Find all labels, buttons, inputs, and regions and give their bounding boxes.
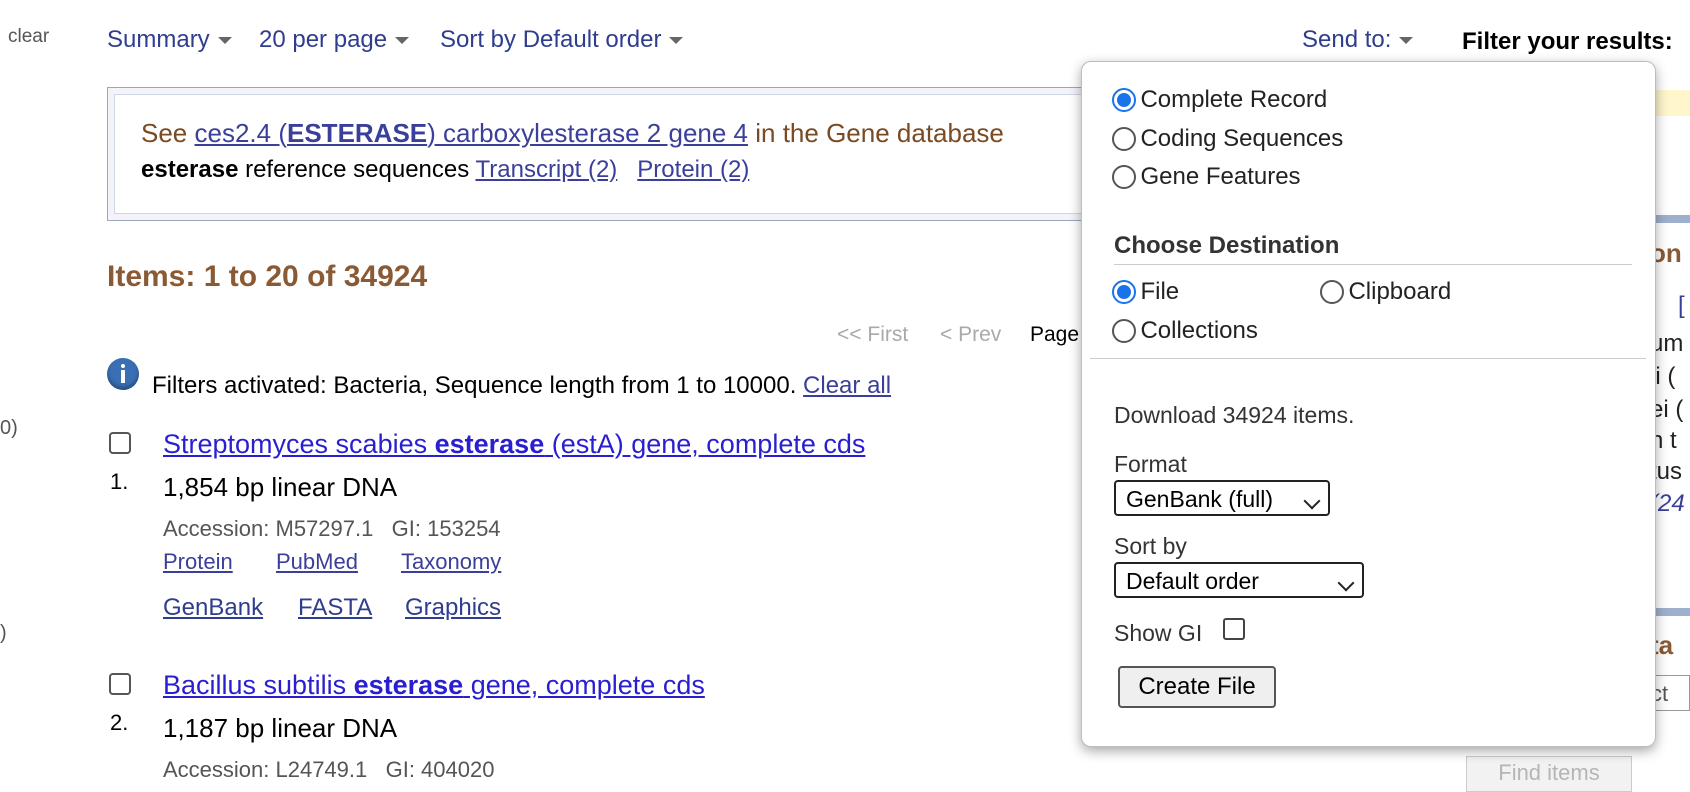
right-bracket: [ [1678, 292, 1685, 319]
show-gi-label: Show GI [1114, 620, 1203, 646]
gene-database-box: See ces2.4 (ESTERASE) carboxylesterase 2… [107, 87, 1107, 221]
chevron-down-icon [395, 37, 410, 45]
first-page-link[interactable]: << First [837, 323, 908, 347]
radio-coding-sequences[interactable]: Coding Sequences [1112, 125, 1343, 153]
sortby-select[interactable]: Default order [1114, 562, 1364, 598]
items-title: Items: 1 to 20 of 34924 [107, 260, 428, 293]
radio-complete-record[interactable]: Complete Record [1112, 86, 1327, 114]
show-gi-row: Show GI [1114, 620, 1202, 647]
sortby-label: Sort by [1114, 533, 1187, 559]
option-label: Clipboard [1348, 278, 1452, 305]
ref-text: reference sequences [245, 156, 470, 183]
chevron-down-icon [1337, 574, 1355, 592]
chevron-down-icon [1399, 37, 1414, 45]
summary-dropdown[interactable]: Summary [107, 26, 232, 54]
result-description: 1,187 bp linear DNA [163, 713, 398, 743]
download-count: Download 34924 items. [1114, 402, 1355, 428]
chevron-down-icon [1303, 492, 1321, 510]
send-to-popup: Complete Record Coding Sequences Gene Fe… [1081, 61, 1656, 747]
result-checkbox[interactable] [109, 432, 131, 454]
sort-dropdown[interactable]: Sort by Default order [440, 26, 684, 54]
option-label: Gene Features [1140, 163, 1301, 190]
radio-file[interactable]: File [1112, 278, 1179, 306]
info-icon [107, 358, 139, 390]
filter-heading: Filter your results: [1462, 28, 1673, 55]
send-to-dropdown[interactable]: Send to: [1302, 26, 1414, 54]
format-label: Format [1114, 451, 1187, 477]
radio-selected-icon [1112, 88, 1136, 112]
result-accession: Accession: M57297.1 GI: 153254 [163, 516, 501, 541]
radio-collections[interactable]: Collections [1112, 317, 1258, 345]
result-title-link[interactable]: Streptomyces scabies esterase (estA) gen… [163, 429, 865, 460]
find-items-button[interactable]: Find items [1466, 756, 1632, 792]
radio-icon [1112, 165, 1136, 189]
gene-line: See ces2.4 (ESTERASE) carboxylesterase 2… [141, 118, 1004, 149]
radio-selected-icon [1112, 280, 1136, 304]
gene-link[interactable]: ces2.4 (ESTERASE) carboxylesterase 2 gen… [195, 118, 749, 148]
chevron-down-icon [669, 37, 684, 45]
genbank-link[interactable]: GenBank [163, 594, 263, 622]
taxonomy-link[interactable]: Taxonomy [401, 549, 501, 575]
pubmed-link[interactable]: PubMed [276, 549, 358, 575]
reference-line: esterase reference sequences Transcript … [141, 156, 749, 184]
filters-text: Filters activated: Bacteria, Sequence le… [152, 372, 797, 399]
graphics-link[interactable]: Graphics [405, 594, 501, 622]
option-label: Complete Record [1140, 86, 1328, 113]
prev-page-link[interactable]: < Prev [940, 323, 1001, 347]
page-label: Page [1030, 323, 1080, 346]
send-to-label: Send to: [1302, 26, 1392, 53]
option-label: Coding Sequences [1140, 125, 1344, 152]
left-fragment: 0) [0, 417, 18, 439]
create-file-button[interactable]: Create File [1118, 666, 1276, 708]
radio-icon [1112, 127, 1136, 151]
format-select[interactable]: GenBank (full) [1114, 480, 1330, 516]
result-number: 2. [110, 710, 129, 735]
transcript-link[interactable]: Transcript (2) [475, 156, 617, 183]
result-description: 1,854 bp linear DNA [163, 472, 398, 502]
per-page-dropdown[interactable]: 20 per page [259, 26, 410, 54]
gene-suffix: in the Gene database [755, 118, 1004, 148]
radio-icon [1112, 319, 1136, 343]
result-checkbox[interactable] [109, 673, 131, 695]
result-number: 1. [110, 469, 129, 494]
summary-label: Summary [107, 26, 210, 53]
radio-gene-features[interactable]: Gene Features [1112, 163, 1301, 191]
show-gi-checkbox[interactable] [1223, 618, 1245, 640]
result-title-link[interactable]: Bacillus subtilis esterase gene, complet… [163, 670, 705, 701]
ref-bold: esterase [141, 156, 239, 183]
sort-label: Sort by Default order [440, 26, 662, 53]
chevron-down-icon [217, 37, 232, 45]
clear-link[interactable]: clear [8, 26, 49, 48]
option-label: Collections [1140, 317, 1258, 344]
radio-icon [1320, 280, 1344, 304]
divider [1114, 264, 1632, 265]
protein-link[interactable]: Protein [163, 549, 233, 575]
protein-link[interactable]: Protein (2) [637, 156, 749, 183]
filters-line: Filters activated: Bacteria, Sequence le… [152, 372, 891, 400]
left-fragment: ) [0, 622, 7, 644]
divider [1090, 358, 1646, 359]
result-accession: Accession: L24749.1 GI: 404020 [163, 757, 495, 782]
clear-all-link[interactable]: Clear all [803, 372, 891, 399]
per-page-label: 20 per page [259, 26, 388, 53]
choose-destination-heading: Choose Destination [1114, 232, 1340, 259]
option-label: File [1140, 278, 1180, 305]
fasta-link[interactable]: FASTA [298, 594, 372, 622]
radio-clipboard[interactable]: Clipboard [1320, 278, 1451, 306]
format-value: GenBank (full) [1126, 486, 1274, 512]
see-text: See [141, 118, 188, 148]
sortby-value: Default order [1126, 568, 1259, 594]
